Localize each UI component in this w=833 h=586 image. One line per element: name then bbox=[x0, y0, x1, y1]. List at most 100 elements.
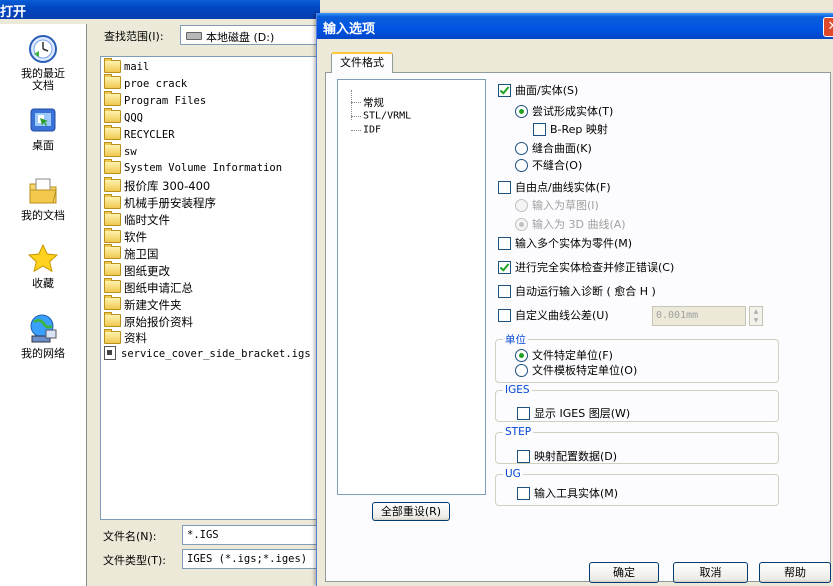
folder-icon bbox=[104, 278, 121, 294]
desktop-icon bbox=[30, 108, 56, 132]
ug-group-label: UG bbox=[503, 468, 523, 480]
tree-item-idf[interactable]: IDF bbox=[351, 123, 381, 136]
units-group-label: 单位 bbox=[503, 332, 528, 347]
folder-icon bbox=[104, 193, 121, 209]
item-name: 软件 bbox=[124, 230, 147, 244]
item-name: 资料 bbox=[124, 331, 147, 346]
spin-down-icon[interactable]: ▼ bbox=[750, 316, 762, 325]
item-name: 新建文件夹 bbox=[124, 297, 182, 312]
format-tree[interactable]: 常规 STL/VRML IDF bbox=[337, 79, 486, 495]
step-group-label: STEP bbox=[503, 426, 534, 438]
cancel-button[interactable]: 取消 bbox=[673, 562, 748, 583]
radio-dot bbox=[515, 141, 528, 155]
reset-all-button[interactable]: 全部重设(R) bbox=[372, 502, 450, 521]
surfaces-solids-checkbox[interactable]: 曲面/实体(S) bbox=[498, 82, 578, 98]
unit-file-radio[interactable]: 文件特定单位(F) bbox=[515, 347, 613, 363]
close-icon[interactable]: ✕ bbox=[823, 17, 833, 37]
import-multi-body-checkbox[interactable]: 输入多个实体为零件(M) bbox=[498, 235, 632, 251]
folder-item[interactable]: 软件 bbox=[104, 227, 147, 245]
do-not-knit-radio[interactable]: 不缝合(O) bbox=[515, 157, 582, 173]
checkbox-box bbox=[498, 260, 511, 274]
place-desktop[interactable]: 桌面 bbox=[0, 104, 86, 152]
folder-item[interactable]: 资料 bbox=[104, 328, 147, 346]
place-network[interactable]: 我的网络 bbox=[0, 312, 86, 360]
item-name: proe crack bbox=[124, 77, 188, 90]
folder-item[interactable]: 新建文件夹 bbox=[104, 295, 182, 313]
item-name: 图纸更改 bbox=[124, 263, 170, 278]
look-in-combo[interactable]: 本地磁盘 (D:) bbox=[180, 25, 318, 45]
folder-item[interactable]: System Volume Information bbox=[104, 158, 282, 177]
free-point-curve-checkbox[interactable]: 自由点/曲线实体(F) bbox=[498, 179, 611, 195]
filetype-combo[interactable]: IGES (*.igs;*.iges) bbox=[182, 549, 320, 569]
show-iges-layers-checkbox[interactable]: 显示 IGES 图层(W) bbox=[517, 405, 630, 421]
place-favorites[interactable]: 收藏 bbox=[0, 242, 86, 290]
folder-item[interactable]: 图纸申请汇总 bbox=[104, 278, 193, 296]
import-as-sketch-radio[interactable]: 输入为草图(I) bbox=[515, 197, 599, 213]
folder-item[interactable]: 机械手册安装程序 bbox=[104, 193, 216, 211]
import-tool-bodies-checkbox[interactable]: 输入工具实体(M) bbox=[517, 485, 618, 501]
radio-dot bbox=[515, 348, 528, 362]
item-name: 施卫国 bbox=[124, 246, 159, 261]
folder-item[interactable]: proe crack bbox=[104, 74, 188, 93]
brep-map-checkbox[interactable]: B-Rep 映射 bbox=[533, 121, 608, 137]
ok-button[interactable]: 确定 bbox=[589, 562, 659, 583]
look-in-label: 查找范围(I): bbox=[104, 30, 164, 43]
folder-icon bbox=[104, 261, 121, 277]
checkbox-box bbox=[498, 284, 511, 298]
network-icon bbox=[30, 314, 57, 343]
folder-item[interactable]: 图纸更改 bbox=[104, 261, 170, 279]
item-name: 临时文件 bbox=[124, 213, 170, 228]
folder-item[interactable]: 临时文件 bbox=[104, 210, 170, 228]
checkbox-box bbox=[498, 83, 511, 97]
unit-template-radio[interactable]: 文件模板特定单位(O) bbox=[515, 362, 637, 378]
tab-file-format[interactable]: 文件格式 bbox=[331, 52, 393, 73]
folder-icon bbox=[104, 91, 121, 107]
radio-dot bbox=[515, 104, 528, 118]
folder-item[interactable]: 原始报价资料 bbox=[104, 312, 193, 330]
help-button[interactable]: 帮助 bbox=[759, 562, 831, 583]
file-item[interactable]: service_cover_side_bracket.igs bbox=[104, 346, 311, 363]
import-as-3d-curve-radio[interactable]: 输入为 3D 曲线(A) bbox=[515, 216, 626, 232]
folder-item[interactable]: 报价库 300-400 bbox=[104, 176, 210, 194]
checkbox-box bbox=[498, 308, 511, 322]
map-config-checkbox[interactable]: 映射配置数据(D) bbox=[517, 448, 617, 464]
folder-icon bbox=[104, 244, 121, 260]
checkbox-box bbox=[498, 180, 511, 194]
file-list[interactable]: mail proe crack Program Files QQQ RECYCLER sw… bbox=[100, 56, 320, 520]
open-dialog-titlebar[interactable]: 打开 bbox=[0, 0, 320, 20]
folder-item[interactable]: 施卫国 bbox=[104, 244, 159, 262]
checkbox-box bbox=[517, 406, 530, 420]
item-name: 机械手册安装程序 bbox=[124, 196, 216, 211]
igs-file-icon bbox=[104, 346, 116, 361]
auto-diagnose-checkbox[interactable]: 自动运行输入诊断 ( 愈合 H ) bbox=[498, 283, 656, 299]
options-titlebar[interactable]: 输入选项 ✕ bbox=[317, 13, 833, 39]
tolerance-spinner[interactable]: ▲ ▼ bbox=[749, 306, 763, 326]
try-form-solid-radio[interactable]: 尝试形成实体(T) bbox=[515, 103, 613, 119]
folder-item[interactable]: Program Files bbox=[104, 91, 206, 110]
place-label: 桌面 bbox=[32, 139, 54, 152]
item-name: service_cover_side_bracket.igs bbox=[121, 348, 311, 361]
filetype-label: 文件类型(T): bbox=[103, 554, 167, 567]
tolerance-input[interactable]: 0.001mm bbox=[652, 306, 746, 326]
custom-tolerance-checkbox[interactable]: 自定义曲线公差(U) bbox=[498, 307, 609, 323]
tree-item-general[interactable]: 常规 bbox=[351, 95, 384, 110]
place-label: 收藏 bbox=[32, 277, 54, 290]
folder-item[interactable]: RECYCLER bbox=[104, 125, 175, 144]
filename-input[interactable]: *.IGS bbox=[182, 525, 320, 545]
place-my-documents[interactable]: 我的文档 bbox=[0, 174, 86, 222]
place-label: 我的最近 文档 bbox=[21, 67, 65, 92]
spin-up-icon[interactable]: ▲ bbox=[750, 307, 762, 316]
drive-icon bbox=[186, 32, 202, 40]
item-name: 图纸申请汇总 bbox=[124, 280, 193, 295]
full-check-checkbox[interactable]: 进行完全实体检查并修正错误(C) bbox=[498, 259, 674, 275]
folder-icon bbox=[104, 227, 121, 243]
folder-icon bbox=[104, 328, 121, 344]
place-recent-docs[interactable]: 我的最近 文档 bbox=[0, 32, 86, 92]
tree-item-stl-vrml[interactable]: STL/VRML bbox=[351, 109, 411, 122]
folder-icon bbox=[104, 210, 121, 226]
item-name: sw bbox=[124, 145, 137, 158]
checkbox-box bbox=[517, 486, 530, 500]
place-label: 我的文档 bbox=[21, 209, 65, 222]
knit-surfaces-radio[interactable]: 缝合曲面(K) bbox=[515, 140, 592, 156]
look-in-value: 本地磁盘 (D:) bbox=[206, 31, 275, 44]
